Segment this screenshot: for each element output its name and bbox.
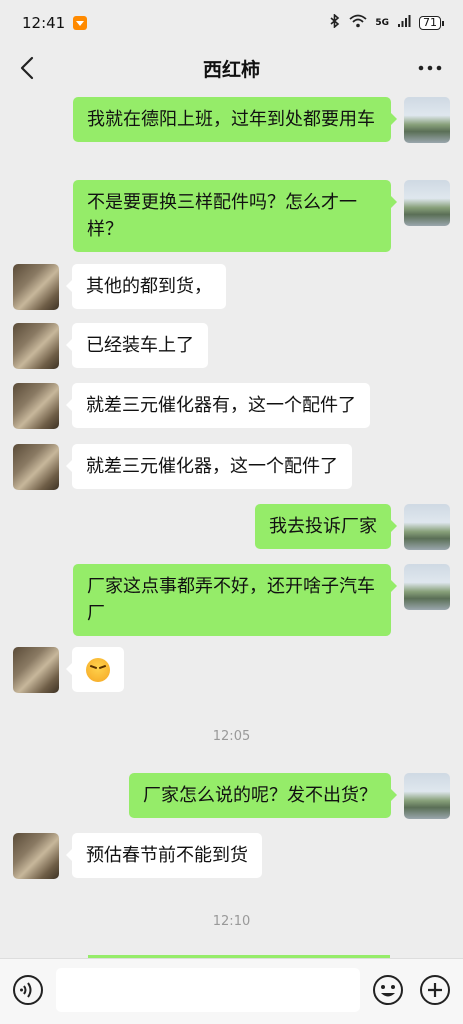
contact-avatar[interactable] [13, 444, 59, 490]
message-bubble[interactable]: 其他的都到货， [66, 264, 226, 309]
message-bubble[interactable]: 已经装车上了 [66, 323, 208, 368]
timestamp: 12:05 [212, 729, 251, 744]
message-bubble[interactable]: 厂家怎么说的呢？发不出货？ [129, 773, 397, 818]
plus-icon [420, 975, 450, 1005]
more-options-button[interactable] [415, 56, 445, 80]
input-bar [0, 958, 463, 1024]
my-avatar[interactable] [404, 180, 450, 226]
contact-avatar[interactable] [13, 647, 59, 693]
my-avatar[interactable] [404, 504, 450, 550]
contact-avatar[interactable] [13, 323, 59, 369]
message-bubble[interactable]: 不是要更换三样配件吗？怎么才一样？ [73, 180, 397, 252]
message-bubble[interactable]: 我去投诉厂家 [255, 504, 397, 549]
notification-icon [73, 16, 88, 30]
message-bubble[interactable]: 厂家这点事都弄不好，还开啥子汽车厂 [73, 564, 397, 636]
chevron-left-icon [20, 56, 34, 80]
voice-input-button[interactable] [12, 974, 44, 1006]
timestamp: 12:10 [212, 914, 251, 929]
message-bubble[interactable]: 就差三元催化器有，这一个配件了 [66, 383, 370, 428]
message-list[interactable]: 我就在德阳上班，过年到处都要用车 不是要更换三样配件吗？怎么才一样？ 其他的都到… [0, 90, 463, 958]
smiley-icon [373, 975, 403, 1005]
more-icon [418, 65, 442, 71]
message-bubble[interactable]: 预估春节前不能到货 [66, 833, 262, 878]
contact-avatar[interactable] [13, 264, 59, 310]
status-bar: 12:41 5G 71 [0, 0, 463, 46]
wifi-icon [349, 14, 367, 32]
message-bubble[interactable]: 我就在德阳上班，过年到处都要用车 [73, 97, 397, 142]
signal-icon [397, 14, 411, 32]
contact-avatar[interactable] [13, 833, 59, 879]
my-avatar[interactable] [404, 97, 450, 143]
contact-avatar[interactable] [13, 383, 59, 429]
back-button[interactable] [14, 54, 42, 82]
voice-icon [13, 975, 43, 1005]
battery-indicator: 71 [419, 16, 444, 30]
message-bubble[interactable] [66, 647, 124, 692]
my-avatar[interactable] [404, 564, 450, 610]
bluetooth-icon [329, 13, 341, 32]
my-avatar[interactable] [404, 773, 450, 819]
emoji-button[interactable] [372, 974, 404, 1006]
chat-header: 西红柿 [0, 46, 463, 90]
network-type: 5G [375, 18, 389, 28]
chat-title: 西红柿 [202, 58, 260, 81]
angry-face-icon [86, 658, 110, 682]
message-input[interactable] [56, 968, 360, 1012]
message-bubble[interactable]: 就差三元催化器，这一个配件了 [66, 444, 352, 489]
status-time: 12:41 [22, 14, 66, 32]
more-functions-button[interactable] [419, 974, 451, 1006]
